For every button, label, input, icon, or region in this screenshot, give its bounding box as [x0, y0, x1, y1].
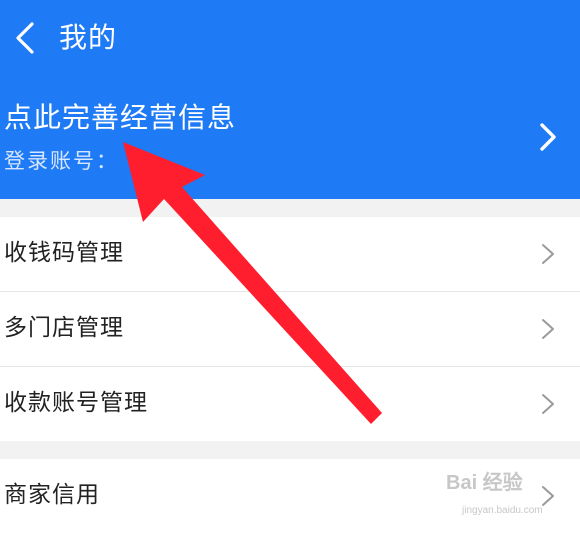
profile-title: 点此完善经营信息 — [4, 101, 237, 134]
menu-item-label: 商家信用 — [4, 482, 100, 508]
chevron-right-icon — [542, 319, 554, 339]
chevron-right-icon — [540, 123, 556, 151]
back-button[interactable] — [8, 18, 42, 58]
menu-item-label: 收钱码管理 — [4, 240, 124, 266]
watermark-url: jingyan.baidu.com — [462, 505, 543, 516]
menu-item-multi-store[interactable]: 多门店管理 — [0, 292, 580, 366]
login-account-label: 登录账号： — [4, 149, 119, 173]
menu-item-label: 收款账号管理 — [4, 390, 148, 416]
menu-item-receiving-account[interactable]: 收款账号管理 — [0, 367, 580, 441]
screen: 我的 点此完善经营信息 登录账号： 收钱码管理 多门店管理 收款账号管理 商家信… — [0, 0, 580, 534]
header-bar: 我的 点此完善经营信息 登录账号： — [0, 0, 580, 199]
menu-item-label: 多门店管理 — [4, 315, 124, 341]
chevron-right-icon — [542, 394, 554, 414]
page-title: 我的 — [59, 21, 118, 54]
watermark: Bai 经验 jingyan.baidu.com — [446, 470, 578, 528]
chevron-left-icon — [16, 22, 34, 54]
menu-group-1: 收钱码管理 多门店管理 收款账号管理 — [0, 217, 580, 441]
watermark-logo-text: Bai 经验 — [446, 472, 523, 494]
profile-row[interactable]: 点此完善经营信息 登录账号： — [0, 95, 580, 185]
chevron-right-icon — [542, 244, 554, 264]
menu-item-payment-code[interactable]: 收钱码管理 — [0, 217, 580, 291]
